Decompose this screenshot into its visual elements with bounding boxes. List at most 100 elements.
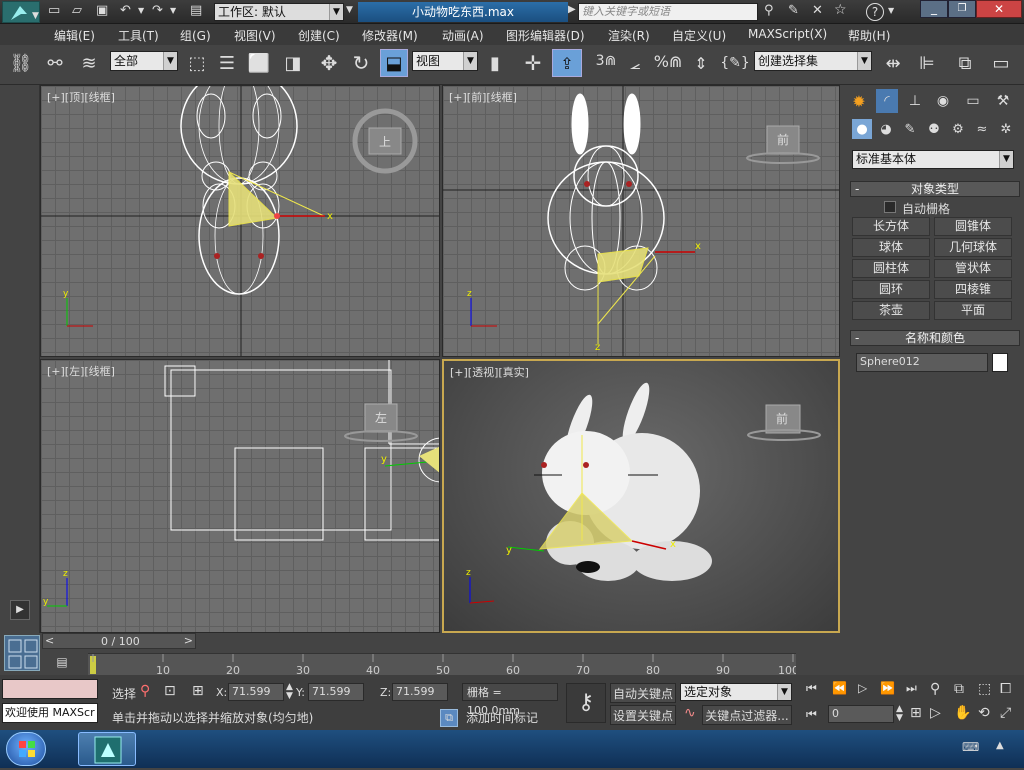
play-icon[interactable]: ▷ [858, 681, 867, 695]
lights-icon[interactable]: ✎ [900, 119, 920, 139]
menu-maxscript[interactable]: MAXScript(X) [748, 27, 827, 41]
bind-to-space-warp-icon[interactable]: ≋ [76, 51, 102, 75]
select-by-name-icon[interactable]: ☰ [214, 51, 240, 75]
keyboard-shortcut-override-icon[interactable]: ⇪ [552, 49, 582, 77]
menu-views[interactable]: 视图(V) [234, 27, 276, 44]
undo-dropdown-icon[interactable]: ▼ [138, 6, 144, 15]
cone-button[interactable]: 圆锥体 [934, 217, 1012, 236]
select-and-scale-icon[interactable]: ⬓ [380, 49, 408, 77]
torus-button[interactable]: 圆环 [852, 280, 930, 299]
save-file-icon[interactable]: ▣ [96, 3, 108, 18]
pivot-center-icon[interactable]: ▮ [482, 51, 508, 75]
box-button[interactable]: 长方体 [852, 217, 930, 236]
close-button[interactable]: ✕ [976, 0, 1022, 18]
maxscript-listener-top[interactable] [2, 679, 98, 699]
zoom-icon[interactable]: ⚲ [930, 681, 940, 697]
new-file-icon[interactable]: ▭ [48, 3, 60, 18]
goto-end-icon[interactable]: ⏭ [906, 681, 917, 696]
z-coordinate-input[interactable]: 71.599 [392, 683, 448, 701]
menu-rendering[interactable]: 渲染(R) [608, 27, 650, 44]
key-mode-toggle-icon[interactable]: ⏮ [806, 707, 817, 722]
set-key-button[interactable]: 设置关键点 [610, 705, 676, 725]
mirror-icon[interactable]: ⇹ [880, 51, 906, 75]
object-category-select[interactable]: 标准基本体 ▼ [852, 150, 1014, 169]
layer-manager-icon[interactable]: ⧉ [952, 51, 978, 75]
minimize-button[interactable]: _ [920, 0, 948, 18]
plane-button[interactable]: 平面 [934, 301, 1012, 320]
trackbar[interactable]: 10 20 30 40 50 60 70 80 90 100 [88, 653, 796, 676]
viewport-left[interactable]: [+][左][线框] y 左 z y [40, 359, 440, 633]
select-and-link-icon[interactable]: ⛓ [8, 51, 34, 75]
spacewarps-icon[interactable]: ≈ [972, 119, 992, 139]
time-tag-icon[interactable]: ⧉ [440, 709, 458, 727]
y-coordinate-input[interactable]: 71.599 [308, 683, 364, 701]
keyboard-tray-icon[interactable]: ⌨ [962, 740, 979, 754]
tube-button[interactable]: 管状体 [934, 259, 1012, 278]
help-icon[interactable]: ? [866, 3, 884, 21]
set-key-large-icon[interactable]: ⚷ [566, 683, 606, 723]
menu-animation[interactable]: 动画(A) [442, 27, 484, 44]
app-logo-icon[interactable]: ▼ [2, 1, 40, 23]
menu-tools[interactable]: 工具(T) [118, 27, 159, 44]
x-coordinate-input[interactable]: 71.599 [228, 683, 284, 701]
time-next-icon[interactable]: > [184, 634, 193, 647]
prev-frame-icon[interactable]: ⏪ [832, 681, 847, 695]
hierarchy-tab-icon[interactable]: ⊥ [904, 89, 926, 113]
teapot-button[interactable]: 茶壶 [852, 301, 930, 320]
menu-edit[interactable]: 编辑(E) [54, 27, 95, 44]
isolate-bulb-icon[interactable]: ⚲ [140, 683, 150, 699]
viewport-front[interactable]: [+][前][线框] x z 前 z [442, 85, 840, 357]
menu-modifiers[interactable]: 修改器(M) [362, 27, 418, 44]
infocenter-search-input[interactable]: 键入关键字或短语 [578, 3, 758, 21]
zoom-extents-icon[interactable]: ⬚ [978, 681, 991, 697]
taskbar-3dsmax-app[interactable] [78, 732, 136, 766]
helpers-icon[interactable]: ⚙ [948, 119, 968, 139]
menu-graph-editors[interactable]: 图形编辑器(D) [506, 27, 585, 44]
cameras-icon[interactable]: ⚉ [924, 119, 944, 139]
maximize-viewport-icon[interactable]: ⤢ [1000, 705, 1011, 721]
favorites-star-icon[interactable]: ☆ [834, 2, 847, 18]
curve-editor-mini-icon[interactable]: ▤ [50, 655, 74, 671]
viewport-layout-icon[interactable] [4, 635, 40, 671]
select-object-icon[interactable]: ⬚ [184, 51, 210, 75]
absolute-mode-icon[interactable]: ⊞ [192, 683, 204, 699]
tray-expand-icon[interactable]: ▲ [996, 740, 1004, 751]
modify-tab-icon[interactable]: ◜ [876, 89, 898, 113]
viewport-top[interactable]: [+][顶][线框] x 上 y [40, 85, 440, 357]
menu-customize[interactable]: 自定义(U) [672, 27, 726, 44]
undo-icon[interactable]: ↶ [120, 3, 131, 18]
redo-dropdown-icon[interactable]: ▼ [170, 6, 176, 15]
selection-lock-icon[interactable]: ⊡ [164, 683, 176, 699]
subscription-key-icon[interactable]: ✎ [788, 3, 799, 18]
sphere-button[interactable]: 球体 [852, 238, 930, 257]
reference-coordinate-select[interactable]: 视图 ▼ [412, 51, 478, 71]
zoom-extents-all-icon[interactable]: ⧠ [1000, 681, 1011, 697]
spinner-snap-icon[interactable]: ⇕ [688, 51, 714, 75]
percent-snap-icon[interactable]: % ⋒ [654, 49, 683, 73]
key-filter-icon[interactable]: ∿ [684, 705, 696, 721]
display-tab-icon[interactable]: ▭ [962, 89, 984, 113]
angle-snap-icon[interactable]: ⦟ [622, 51, 648, 75]
redo-icon[interactable]: ↷ [152, 3, 163, 18]
geometry-icon[interactable]: ● [852, 119, 872, 139]
x-spinner-icon[interactable]: ▲ ▼ [286, 683, 293, 701]
selection-filter-select[interactable]: 全部 ▼ [110, 51, 178, 71]
object-type-rollout-header[interactable]: - 对象类型 [850, 181, 1020, 197]
help-dropdown-icon[interactable]: ▼ [888, 6, 894, 15]
systems-icon[interactable]: ✲ [996, 119, 1016, 139]
object-color-swatch[interactable] [992, 353, 1008, 372]
workspace-select[interactable]: 工作区: 默认 ▼ [214, 3, 344, 21]
utilities-tab-icon[interactable]: ⚒ [992, 89, 1014, 113]
goto-start-icon[interactable]: ⏮ [806, 681, 817, 696]
unlink-selection-icon[interactable]: ⚯ [42, 51, 68, 75]
pan-icon[interactable]: ✋ [954, 705, 971, 721]
time-config-icon[interactable]: ⊞ [910, 705, 922, 721]
name-color-rollout-header[interactable]: - 名称和颜色 [850, 330, 1020, 346]
next-frame-icon[interactable]: ⏩ [880, 681, 895, 695]
menu-create[interactable]: 创建(C) [298, 27, 340, 44]
time-slider[interactable]: < 0 / 100 > [42, 633, 196, 649]
menu-help[interactable]: 帮助(H) [848, 27, 890, 44]
search-expand-icon[interactable]: ▶ [568, 4, 576, 15]
viewport-perspective[interactable]: [+][透视][真实] x y 前 z [442, 359, 840, 633]
start-button[interactable] [6, 732, 46, 766]
